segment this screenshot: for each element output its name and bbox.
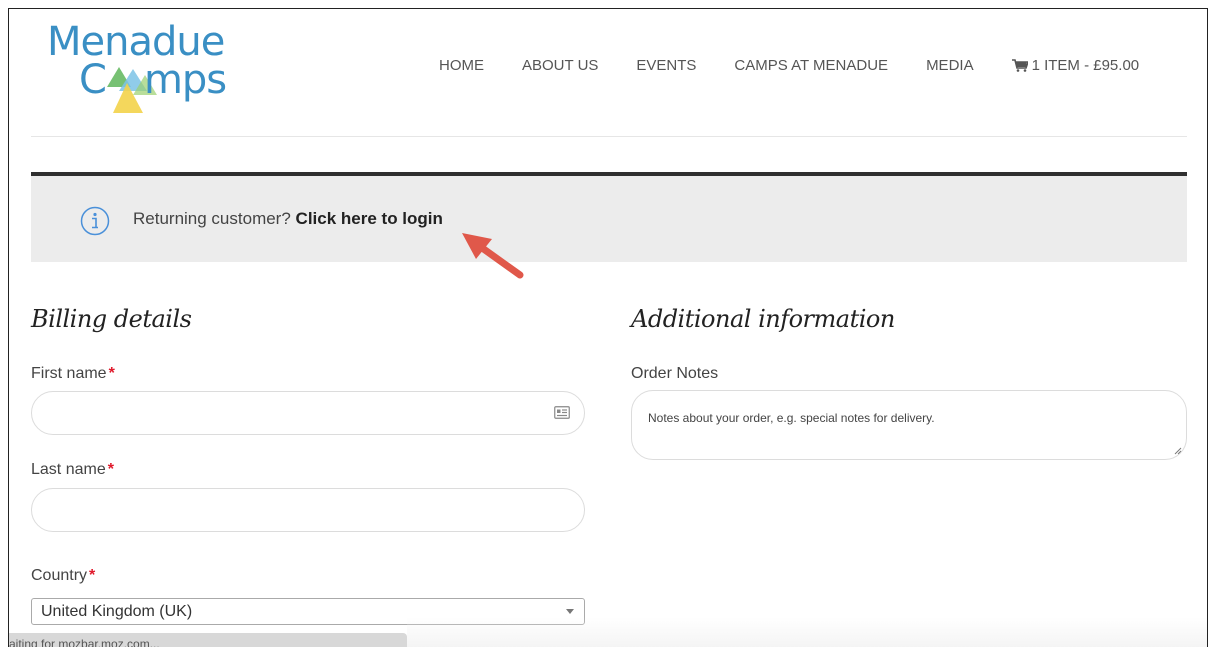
nav-about-us[interactable]: ABOUT US	[522, 57, 598, 74]
country-label: Country *	[31, 567, 95, 585]
required-mark: *	[107, 461, 114, 478]
nav-home[interactable]: HOME	[439, 57, 484, 74]
logo-camps-letters: mps	[143, 57, 227, 103]
cart-icon	[1011, 59, 1028, 72]
nav-events[interactable]: EVENTS	[636, 57, 696, 74]
nav-camps-at-menadue[interactable]: CAMPS AT MENADUE	[734, 57, 888, 74]
notice-text: Returning customer? Click here to login	[133, 209, 443, 229]
billing-details-title: Billing details	[31, 305, 192, 333]
last-name-field[interactable]	[31, 488, 585, 532]
chevron-down-icon	[566, 609, 574, 614]
country-selected-value: United Kingdom (UK)	[41, 603, 193, 620]
country-label-text: Country	[31, 567, 88, 584]
login-link[interactable]: Click here to login	[296, 209, 443, 228]
logo-camps-c: C	[79, 57, 107, 103]
order-notes-textarea[interactable]: Notes about your order, e.g. special not…	[631, 390, 1187, 460]
contact-card-icon[interactable]	[554, 406, 570, 419]
browser-viewport: Menadue Cmps C HOME ABOUT US EVENTS CAMP…	[8, 8, 1208, 647]
first-name-field[interactable]	[31, 391, 585, 435]
main-nav: HOME ABOUT US EVENTS CAMPS AT MENADUE ME…	[439, 57, 1177, 74]
browser-status-bar: aiting for mozbar.moz.com...	[9, 633, 407, 647]
returning-customer-notice: Returning customer? Click here to login	[31, 172, 1187, 262]
status-text: aiting for mozbar.moz.com...	[9, 637, 160, 647]
order-notes-placeholder: Notes about your order, e.g. special not…	[648, 411, 935, 425]
site-logo[interactable]: Menadue Cmps C	[39, 17, 259, 127]
first-name-label-text: First name	[31, 365, 107, 382]
resize-handle-icon[interactable]	[1174, 447, 1182, 455]
additional-information-title: Additional information	[631, 305, 895, 333]
info-icon	[80, 206, 110, 236]
nav-media[interactable]: MEDIA	[926, 57, 974, 74]
cart-summary: 1 ITEM - £95.00	[1031, 57, 1140, 74]
annotation-arrow-icon	[462, 233, 524, 279]
last-name-label: Last name *	[31, 461, 114, 479]
order-notes-label: Order Notes	[631, 365, 719, 382]
required-mark: *	[89, 567, 96, 584]
header-divider	[31, 136, 1187, 137]
last-name-input[interactable]	[32, 489, 584, 531]
notice-prefix: Returning customer?	[133, 209, 291, 228]
bottom-fade	[407, 617, 1207, 647]
required-mark: *	[108, 365, 115, 382]
last-name-label-text: Last name	[31, 461, 106, 478]
first-name-label: First name *	[31, 365, 115, 383]
first-name-input[interactable]	[32, 392, 584, 434]
nav-cart[interactable]: 1 ITEM - £95.00	[1011, 57, 1140, 74]
